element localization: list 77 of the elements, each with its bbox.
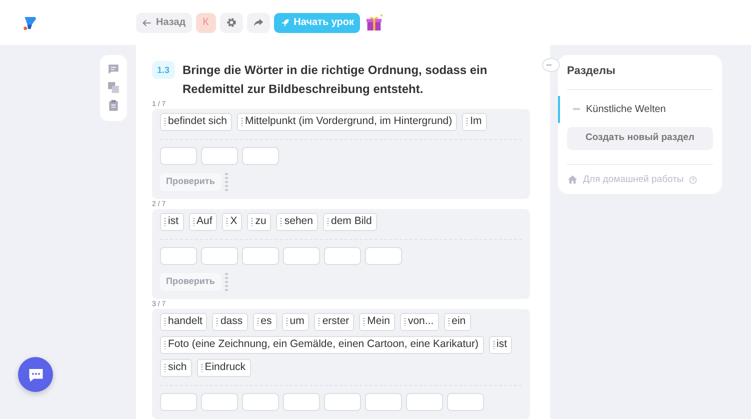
answer-slot[interactable] xyxy=(201,147,238,165)
answer-slot[interactable] xyxy=(324,393,361,411)
word-chip[interactable]: von... xyxy=(400,313,439,331)
word-chip[interactable]: Eindruck xyxy=(196,359,251,377)
word-chip[interactable]: ist xyxy=(160,213,184,231)
answer-slot[interactable] xyxy=(447,393,484,411)
grip-icon xyxy=(286,318,288,326)
grip-icon xyxy=(404,318,406,326)
arrow-left-icon xyxy=(142,18,152,28)
word-chip[interactable]: erster xyxy=(314,313,354,331)
word-chip[interactable]: um xyxy=(282,313,310,331)
section-label: Künstliche Welten xyxy=(586,102,666,116)
word-chip[interactable]: dass xyxy=(212,313,248,331)
answer-slot[interactable] xyxy=(242,247,279,265)
logo-icon xyxy=(22,14,38,30)
create-section-button[interactable]: Создать новый раздел xyxy=(567,126,713,150)
word-chip[interactable]: dem Bild xyxy=(322,213,377,231)
grip-icon xyxy=(251,218,254,226)
grip-icon xyxy=(216,318,218,326)
drag-handle-icon xyxy=(224,173,228,191)
grip-icon xyxy=(466,118,468,126)
word-chip[interactable]: sehen xyxy=(276,213,318,231)
task-title: Bringe die Wörter in die richtige Ordnung, sodass ein Redemittel zur Bildbeschreibung entsteht. xyxy=(182,62,488,98)
answer-slot[interactable] xyxy=(201,393,238,411)
grip-icon xyxy=(448,318,450,326)
grip-icon xyxy=(318,318,320,326)
answer-slot[interactable] xyxy=(160,393,197,411)
translate-icon xyxy=(107,81,120,94)
grip-icon xyxy=(226,218,228,226)
word-chip[interactable]: Foto (eine Zeichnung, ein Gemälde, einen Cartoon, eine Karikatur) xyxy=(160,336,484,354)
comment-icon xyxy=(107,63,120,76)
gift-icon xyxy=(364,12,384,32)
settings-icon xyxy=(226,17,237,28)
chat-button[interactable] xyxy=(18,357,53,392)
answer-slot[interactable] xyxy=(201,247,238,265)
word-chip[interactable]: handelt xyxy=(160,313,208,331)
home-icon xyxy=(567,174,578,186)
answer-slot[interactable] xyxy=(242,147,279,165)
grip-icon xyxy=(240,118,243,126)
answer-slot[interactable] xyxy=(406,393,443,411)
section-item[interactable]: Künstliche Welten xyxy=(558,96,713,122)
word-chip[interactable]: Mittelpunkt (im Vordergrund, im Hintergrund) xyxy=(236,113,458,131)
clipboard-icon xyxy=(107,99,120,112)
help-icon xyxy=(688,176,697,184)
word-chip[interactable]: Mein xyxy=(359,313,395,331)
word-chip[interactable]: zu xyxy=(247,213,272,231)
grip-icon xyxy=(492,341,495,349)
grip-icon xyxy=(200,364,203,372)
homework-label: Для домашней работы xyxy=(583,172,684,186)
grip-icon xyxy=(280,218,282,226)
word-chip[interactable]: Auf xyxy=(188,213,218,231)
answer-slot[interactable] xyxy=(283,247,320,265)
word-chip[interactable]: befindet sich xyxy=(160,113,232,131)
answer-slot[interactable] xyxy=(242,393,279,411)
word-chip[interactable]: Im xyxy=(462,113,487,131)
word-chip[interactable]: es xyxy=(252,313,277,331)
task-number: 1.3 xyxy=(152,61,175,79)
more-button[interactable] xyxy=(542,58,560,72)
grip-icon xyxy=(256,318,259,326)
answer-slot[interactable] xyxy=(324,247,361,265)
answer-slot[interactable] xyxy=(160,147,197,165)
word-chip[interactable]: sich xyxy=(160,359,192,377)
rocket-icon xyxy=(280,18,290,28)
share-button[interactable] xyxy=(246,12,270,32)
answer-slot[interactable] xyxy=(283,393,320,411)
answer-slot[interactable] xyxy=(160,247,197,265)
word-chip[interactable]: ein xyxy=(444,313,471,331)
grip-icon xyxy=(363,318,366,326)
share-arrow-icon xyxy=(252,17,264,28)
sections-title: Разделы xyxy=(567,63,713,90)
settings-button[interactable] xyxy=(220,12,243,32)
answer-slot[interactable] xyxy=(365,393,402,411)
drag-handle-icon xyxy=(224,273,228,291)
word-chip[interactable]: ist xyxy=(488,336,512,354)
word-chip[interactable]: X xyxy=(222,213,242,231)
grip-icon xyxy=(326,218,329,226)
answer-slot[interactable] xyxy=(365,247,402,265)
